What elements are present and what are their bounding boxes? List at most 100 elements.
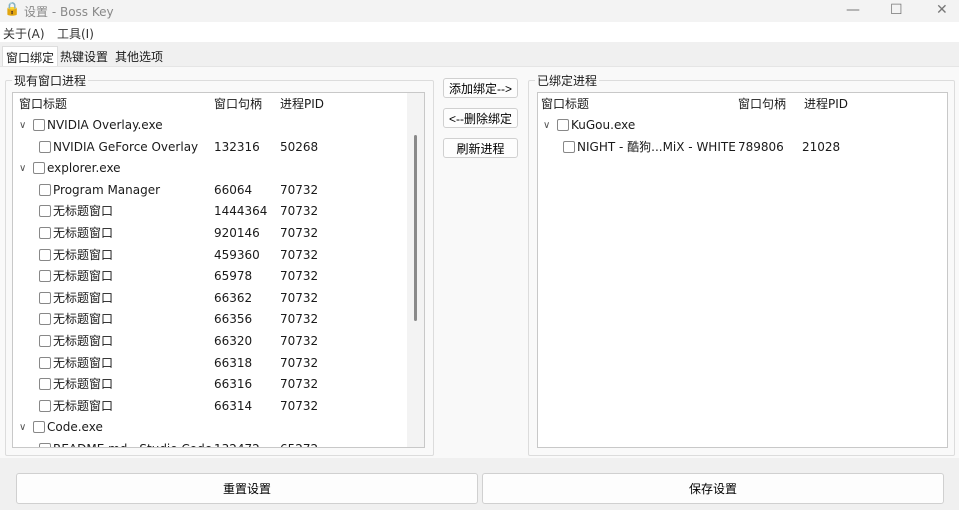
row-handle: 920146	[214, 226, 260, 240]
row-title: Code.exe	[47, 420, 103, 435]
checkbox[interactable]	[39, 140, 51, 153]
row-pid: 70732	[280, 204, 319, 219]
row-title: NVIDIA Overlay.exe	[47, 118, 163, 132]
checkbox[interactable]	[39, 291, 51, 304]
column-header-title[interactable]: 窗口标题	[19, 93, 67, 115]
checkbox[interactable]	[39, 248, 51, 261]
close-icon[interactable]: ✕	[936, 2, 948, 18]
row-title: 无标题窗口	[53, 398, 114, 413]
minimize-icon[interactable]: —	[846, 2, 860, 18]
checkbox[interactable]	[33, 421, 45, 434]
window-row[interactable]: NIGHT - 酷狗...MiX - WHITE 789806 21028	[538, 137, 947, 159]
row-handle: 66316	[214, 377, 253, 392]
chevron-down-icon[interactable]: ∨	[543, 115, 550, 137]
row-title: KuGou.exe	[571, 118, 636, 132]
chevron-down-icon[interactable]: ∨	[19, 115, 26, 137]
row-title: 无标题窗口	[53, 226, 114, 240]
window-row[interactable]: 无标题窗口 66320 70732	[13, 331, 424, 353]
checkbox[interactable]	[33, 162, 45, 175]
refresh-processes-button[interactable]: 刷新进程	[443, 138, 518, 158]
scrollbar-thumb[interactable]	[414, 135, 417, 321]
row-handle: 66320	[214, 334, 253, 348]
checkbox[interactable]	[39, 356, 51, 369]
row-handle: 65978	[214, 269, 253, 284]
column-header-pid[interactable]: 进程PID	[804, 93, 848, 115]
row-title: 无标题窗口	[53, 247, 114, 262]
window-row[interactable]: 无标题窗口 920146 70732	[13, 223, 424, 245]
row-title: explorer.exe	[47, 161, 121, 176]
tab-other-options[interactable]: 其他选项	[112, 46, 166, 66]
checkbox[interactable]	[563, 140, 575, 153]
row-pid: 70732	[280, 182, 319, 197]
checkbox[interactable]	[39, 227, 51, 239]
existing-process-list[interactable]: README.md - Studio Code132472 65272 ∨ Code.…	[12, 92, 425, 448]
row-title: README.md - Studio Code	[53, 442, 212, 447]
checkbox[interactable]	[557, 119, 569, 131]
row-title: 无标题窗口	[53, 312, 114, 327]
column-header-handle[interactable]: 窗口句柄	[738, 93, 786, 115]
row-title: 无标题窗口	[53, 269, 114, 284]
checkbox[interactable]	[33, 119, 45, 131]
checkbox[interactable]	[39, 399, 51, 412]
row-title: NVIDIA GeForce Overlay	[53, 139, 199, 154]
chevron-down-icon[interactable]: ∨	[19, 417, 26, 439]
reset-settings-button[interactable]: 重置设置	[16, 473, 478, 504]
checkbox[interactable]	[39, 270, 51, 283]
bound-process-list[interactable]: NIGHT - 酷狗...MiX - WHITE 789806 21028 ∨ KuGo…	[537, 92, 948, 448]
window-row[interactable]: 无标题窗口 66318 70732	[13, 353, 424, 375]
checkbox[interactable]	[39, 313, 51, 326]
row-title: 无标题窗口	[53, 204, 114, 219]
process-row[interactable]: ∨ NVIDIA Overlay.exe	[13, 115, 424, 137]
window-row[interactable]: 无标题窗口 66362 70732	[13, 288, 424, 310]
menu-tools[interactable]: 工具(I)	[57, 25, 94, 42]
row-handle: 66356	[214, 312, 253, 327]
add-binding-button[interactable]: 添加绑定-->	[443, 78, 518, 98]
row-handle: 66314	[214, 398, 253, 413]
window-row[interactable]: README.md - Studio Code132472 65272	[13, 439, 424, 447]
save-settings-button[interactable]: 保存设置	[482, 473, 944, 504]
window-row[interactable]: 无标题窗口 66316 70732	[13, 374, 424, 396]
row-pid: 70732	[280, 312, 319, 327]
window-row[interactable]: 无标题窗口 66314 70732	[13, 396, 424, 418]
window-row[interactable]: NVIDIA GeForce Overlay 132316 50268	[13, 137, 424, 159]
row-pid: 70732	[280, 377, 319, 392]
column-header-title[interactable]: 窗口标题	[541, 93, 589, 115]
process-row[interactable]: ∨ KuGou.exe	[538, 115, 947, 137]
remove-binding-button[interactable]: <--删除绑定	[443, 108, 518, 128]
row-handle: 789806	[738, 139, 784, 154]
window-row[interactable]: Program Manager 66064 70732	[13, 180, 424, 202]
row-title: 无标题窗口	[53, 355, 114, 370]
window-row[interactable]: 无标题窗口 459360 70732	[13, 245, 424, 267]
process-row[interactable]: ∨ Code.exe	[13, 417, 424, 439]
tab-window-binding[interactable]: 窗口绑定	[2, 46, 59, 66]
window-row[interactable]: 无标题窗口 65978 70732	[13, 266, 424, 288]
row-pid: 50268	[280, 139, 319, 154]
menu-about[interactable]: 关于(A)	[3, 25, 45, 42]
checkbox[interactable]	[39, 205, 51, 218]
checkbox[interactable]	[39, 378, 51, 391]
row-handle: 132316	[214, 139, 260, 154]
row-pid: 70732	[280, 355, 319, 370]
tab-hotkey-settings[interactable]: 热键设置	[57, 46, 111, 66]
maximize-icon[interactable]: ☐	[890, 2, 903, 18]
row-pid: 70732	[280, 334, 319, 348]
checkbox[interactable]	[39, 183, 51, 196]
row-handle: 132472	[214, 439, 260, 447]
row-handle: 66318	[214, 355, 253, 370]
scrollbar[interactable]	[407, 93, 424, 447]
group-label: 已绑定进程	[535, 72, 600, 89]
row-pid: 21028	[802, 139, 841, 154]
column-header-pid[interactable]: 进程PID	[280, 93, 324, 115]
menu-bar: 关于(A) 工具(I)	[0, 22, 959, 42]
window-row[interactable]: 无标题窗口 66356 70732	[13, 309, 424, 331]
row-pid: 70732	[280, 269, 319, 284]
checkbox[interactable]	[39, 335, 51, 347]
window-row[interactable]: 无标题窗口 1444364 70732	[13, 201, 424, 223]
row-pid: 70732	[280, 247, 319, 262]
row-pid: 70732	[280, 398, 319, 413]
checkbox[interactable]	[39, 443, 51, 447]
column-header-handle[interactable]: 窗口句柄	[214, 93, 262, 115]
window-title: 设置 - Boss Key	[24, 5, 114, 19]
process-row[interactable]: ∨ explorer.exe	[13, 158, 424, 180]
chevron-down-icon[interactable]: ∨	[19, 158, 26, 180]
